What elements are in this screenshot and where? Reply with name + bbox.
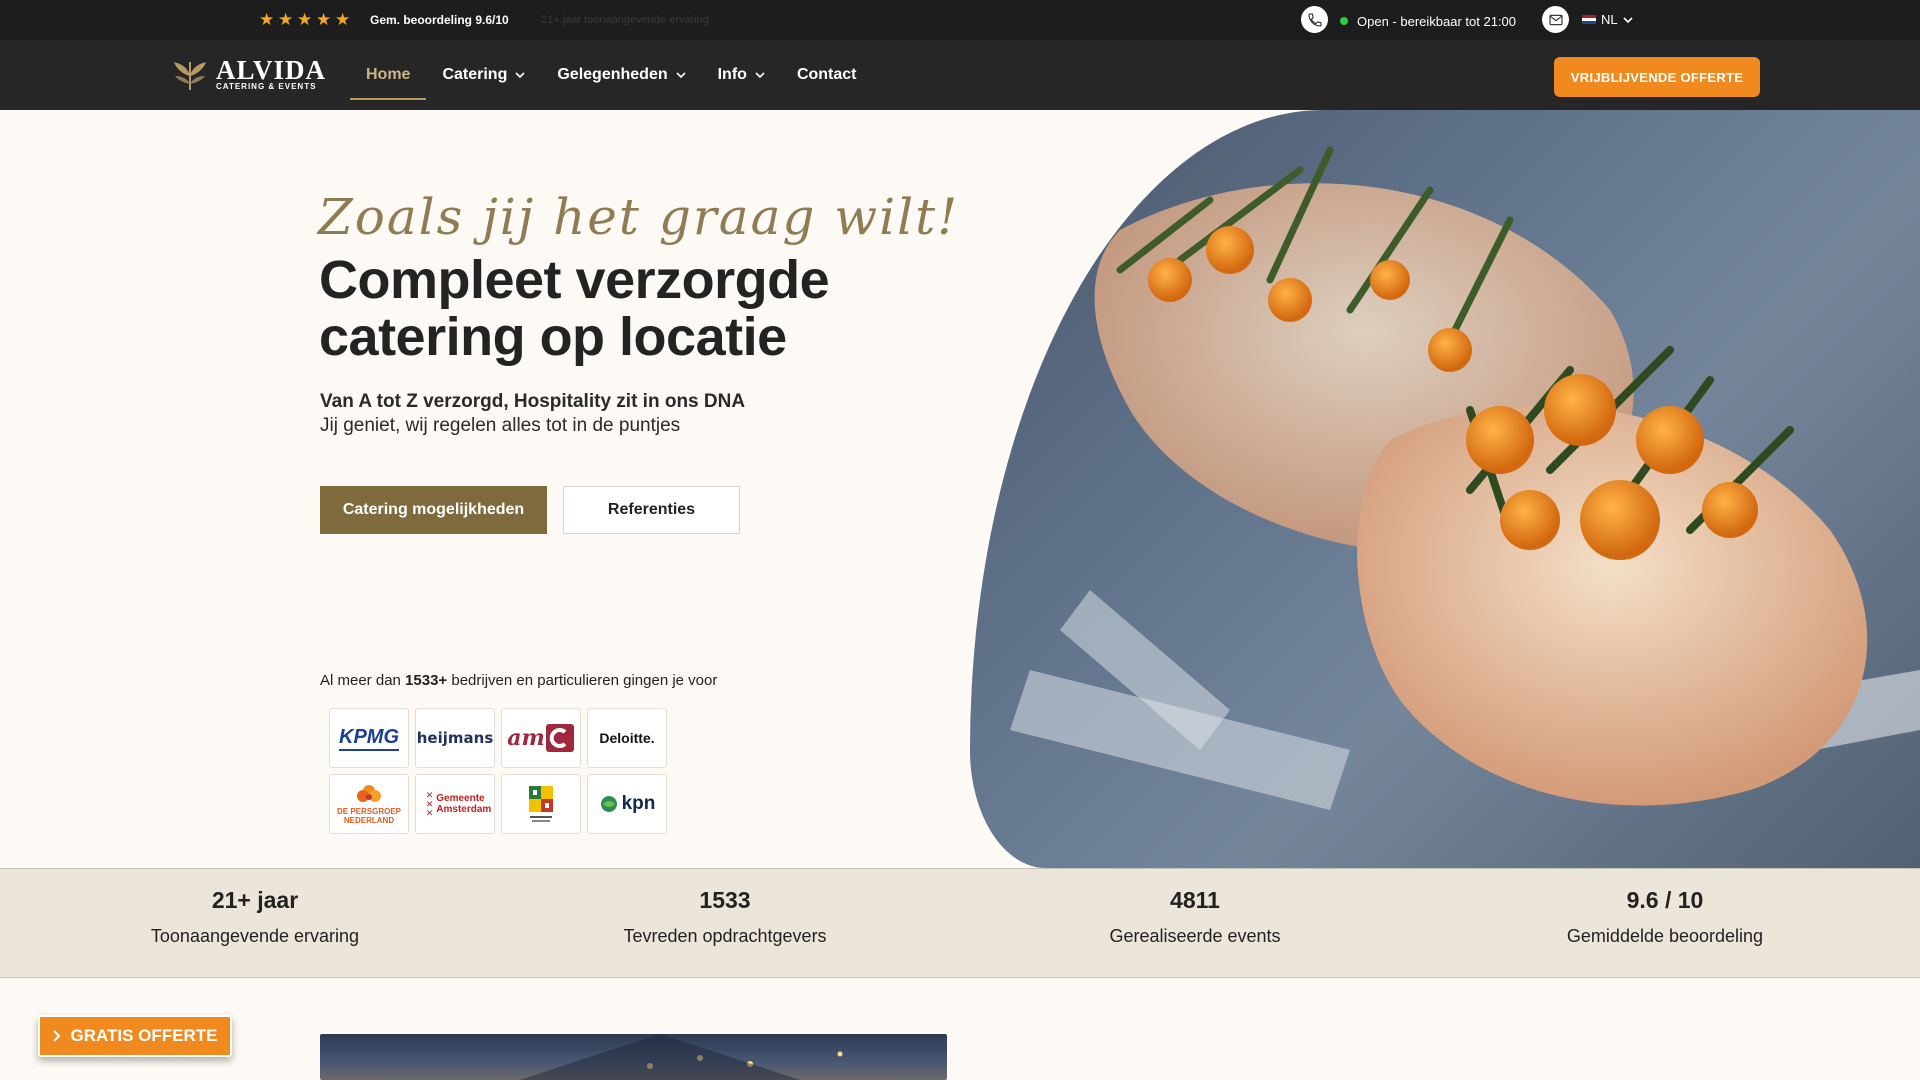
clients-statement: Al meer dan 1533+ bedrijven en particuli… <box>320 672 717 689</box>
language-label: NL <box>1601 12 1618 27</box>
star-icon: ★ <box>316 10 332 29</box>
client-logo-amc: am <box>501 708 581 768</box>
nav-item-label: Gelegenheden <box>557 66 668 83</box>
event-photo-lights <box>520 1034 843 1080</box>
stat-value: 1533 <box>699 887 751 913</box>
stat-clients: 1533 Tevreden opdrachtgevers <box>545 887 905 947</box>
nav-item-gelegenheden[interactable]: Gelegenheden <box>541 40 701 110</box>
hero-headline-line-1: Compleet verzorgde <box>319 250 830 310</box>
stat-label: Gerealiseerde events <box>1109 926 1281 946</box>
nav-item-home[interactable]: Home <box>350 40 427 110</box>
chevron-down-icon <box>515 72 525 79</box>
clients-prefix: Al meer dan <box>320 672 406 689</box>
client-logo-kpmg: KPMG <box>329 708 409 768</box>
stat-value: 9.6 / 10 <box>1626 887 1704 913</box>
references-button[interactable]: Referenties <box>563 486 740 534</box>
amc-c-icon <box>545 724 574 752</box>
free-quote-floating-button[interactable]: GRATIS OFFERTE <box>38 1015 232 1057</box>
stats-bar: 21+ jaar Toonaangevende ervaring 1533 Te… <box>0 868 1920 978</box>
nav-item-catering[interactable]: Catering <box>426 40 541 110</box>
star-icon: ★ <box>278 10 294 29</box>
rating-stars: ★ ★ ★ ★ ★ <box>259 10 351 29</box>
main-nav: ALVIDA CATERING & EVENTS Home Catering G… <box>0 40 1920 110</box>
client-logo-gemeente-amsterdam: ✕ ✕ ✕ Gemeente Amsterdam <box>415 774 495 834</box>
logo[interactable]: ALVIDA CATERING & EVENTS <box>170 56 326 92</box>
nav-item-label: Info <box>717 66 747 83</box>
stat-experience: 21+ jaar Toonaangevende ervaring <box>75 887 435 947</box>
logo-subtitle: CATERING & EVENTS <box>216 82 317 91</box>
hero-food-image <box>970 110 1920 868</box>
client-logo-deloitte: Deloitte. <box>587 708 667 768</box>
persgroep-flower-icon <box>357 785 381 802</box>
nav-item-label: Contact <box>796 66 857 83</box>
stat-label: Tevreden opdrachtgevers <box>623 926 827 946</box>
star-icon: ★ <box>297 10 313 29</box>
chevron-right-icon <box>53 1030 61 1042</box>
nav-item-info[interactable]: Info <box>702 40 781 110</box>
clients-count: 1533+ <box>405 672 448 689</box>
open-status-dot <box>1340 17 1348 25</box>
client-logo-kpn: kpn <box>587 774 667 834</box>
chevron-down-icon <box>1623 16 1633 23</box>
nav-item-label: Catering <box>442 66 508 83</box>
kpn-globe-icon <box>600 796 617 812</box>
open-status-text: Open - bereikbaar tot 21:00 <box>1357 14 1516 29</box>
municipal-crest-icon <box>529 786 553 822</box>
mail-icon <box>1548 14 1563 25</box>
phone-button[interactable] <box>1301 6 1328 33</box>
client-logo-grid: KPMG heijmans am Deloitte. DE PERSGROEP … <box>329 708 667 834</box>
stat-events: 4811 Gerealiseerde events <box>1015 887 1375 947</box>
stat-value: 4811 <box>1170 887 1220 913</box>
top-bar: ★ ★ ★ ★ ★ Gem. beoordeling 9.6/10 21+ ja… <box>0 0 1920 40</box>
hero-subtitle: Jij geniet, wij regelen alles tot in de … <box>320 415 681 436</box>
stat-rating: 9.6 / 10 Gemiddelde beoordeling <box>1485 887 1845 947</box>
free-quote-label: GRATIS OFFERTE <box>70 1026 218 1045</box>
chevron-down-icon <box>676 72 686 79</box>
hero-food-illustration <box>970 110 1920 868</box>
clients-suffix: bedrijven en particulieren gingen je voo… <box>447 672 718 689</box>
nav-item-contact[interactable]: Contact <box>781 40 873 110</box>
phone-icon <box>1307 12 1322 27</box>
nav-item-label: Home <box>366 66 411 83</box>
catering-options-button[interactable]: Catering mogelijkheden <box>320 486 547 534</box>
stat-value: 21+ jaar <box>211 887 299 913</box>
rating-text: Gem. beoordeling 9.6/10 <box>370 13 509 27</box>
chevron-down-icon <box>755 72 765 79</box>
client-logo-persgroep: DE PERSGROEP NEDERLAND <box>329 774 409 834</box>
star-icon: ★ <box>259 10 275 29</box>
experience-note: 21+ jaar toonaangevende ervaring <box>541 14 709 26</box>
client-logo-gemeente <box>501 774 581 834</box>
menu: Home Catering Gelegenheden Info Contact <box>350 40 873 110</box>
hero-subtitle-bold: Van A tot Z verzorgd, Hospitality zit in… <box>320 391 746 412</box>
logo-leaf-icon <box>174 62 206 91</box>
star-half-icon: ★ <box>335 10 351 29</box>
quote-button[interactable]: VRIJBLIJVENDE OFFERTE <box>1554 57 1760 97</box>
stat-label: Gemiddelde beoordeling <box>1566 926 1764 946</box>
language-selector[interactable]: NL <box>1582 12 1633 27</box>
stat-label: Toonaangevende ervaring <box>150 926 360 946</box>
hero-headline: Compleet verzorgde catering op locatie <box>319 252 919 366</box>
flag-nl-icon <box>1582 14 1596 25</box>
client-logo-heijmans: heijmans <box>415 708 495 768</box>
hero-headline-line-2: catering op locatie <box>319 307 787 367</box>
event-photo <box>320 1034 947 1080</box>
mail-button[interactable] <box>1542 6 1569 33</box>
hero-script-tagline: Zoals jij het graag wilt! <box>318 188 960 246</box>
logo-name: ALVIDA <box>216 55 327 85</box>
amsterdam-xxx-icon: ✕ ✕ ✕ <box>425 789 434 818</box>
